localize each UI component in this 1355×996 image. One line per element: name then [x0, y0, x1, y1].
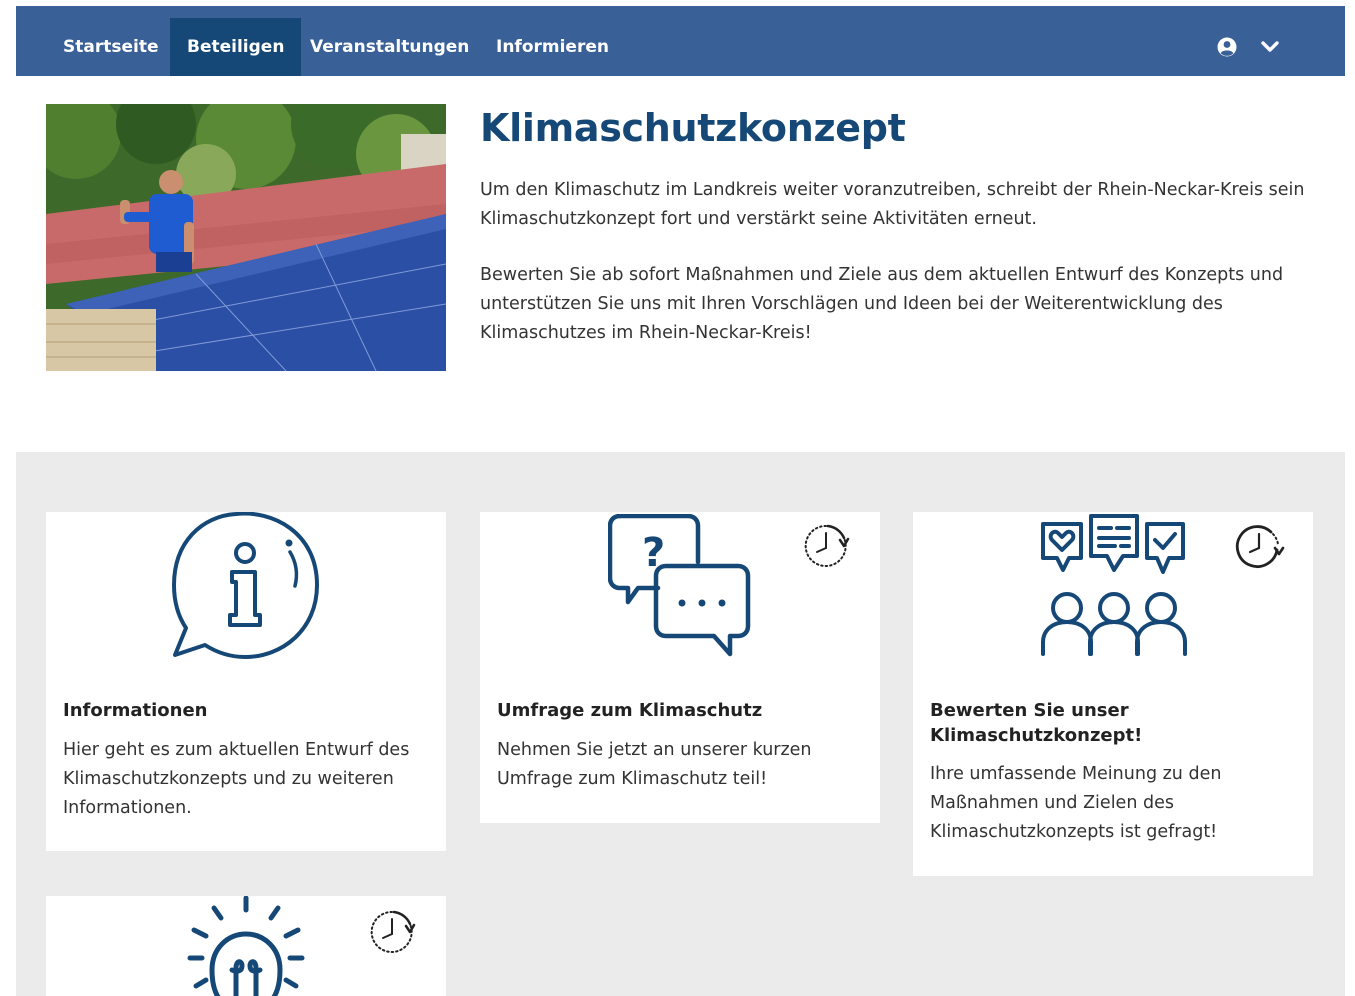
- intro-paragraph-2: Bewerten Sie ab sofort Maßnahmen und Zie…: [480, 265, 1284, 343]
- card-ideen[interactable]: [46, 895, 446, 996]
- group-feedback-icon: [1039, 514, 1189, 663]
- svg-text:?: ?: [642, 530, 665, 576]
- nav-item-informieren[interactable]: Informieren: [479, 18, 626, 76]
- nav-item-beteiligen[interactable]: Beteiligen: [170, 18, 302, 76]
- intro-paragraph: Um den Klimaschutz im Landkreis weiter v…: [480, 180, 1305, 229]
- card-text: Nehmen Sie jetzt an unserer kurzen Umfra…: [497, 740, 812, 789]
- hero-image: [46, 104, 446, 371]
- lightbulb-idea-icon: [186, 895, 311, 996]
- card-text: Hier geht es zum aktuellen Entwurf des K…: [63, 740, 410, 818]
- card-text: Ihre umfassende Meinung zu den Maßnahmen…: [930, 764, 1222, 842]
- card-informationen[interactable]: Informationen Hier geht es zum aktuellen…: [46, 511, 446, 851]
- card-umfrage[interactable]: ? Umfrage zum Klimaschutz Nehmen Sie jet…: [480, 512, 880, 823]
- card-title: Informationen: [63, 700, 208, 721]
- user-circle-icon[interactable]: [1216, 36, 1238, 58]
- nav-item-veranstaltungen[interactable]: Veranstaltungen: [293, 18, 486, 76]
- nav-item-startseite[interactable]: Startseite: [46, 18, 175, 76]
- card-title: Umfrage zum Klimaschutz: [497, 700, 763, 721]
- top-navbar: Startseite Beteiligen Veranstaltungen In…: [16, 6, 1345, 76]
- page-title: Klimaschutzkonzept: [480, 106, 906, 150]
- card-bewerten[interactable]: Bewerten Sie unser Klimaschutzkonzept! I…: [913, 512, 1313, 876]
- clock-upcoming-icon: [366, 906, 418, 958]
- chevron-down-icon[interactable]: [1260, 38, 1280, 56]
- info-speech-bubble-icon: [172, 511, 322, 666]
- question-chat-bubbles-icon: ?: [607, 513, 753, 663]
- clock-running-icon: [1233, 520, 1285, 572]
- card-title: Bewerten Sie unser Klimaschutzkonzept!: [930, 700, 1143, 746]
- clock-upcoming-icon: [800, 520, 852, 572]
